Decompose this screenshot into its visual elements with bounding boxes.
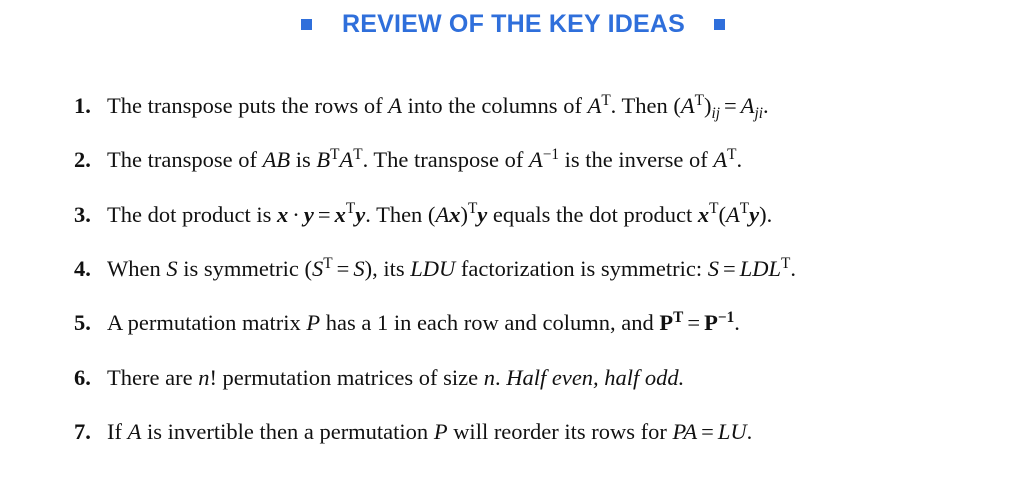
item-text: The transpose puts the rows of A into th…	[107, 91, 769, 122]
item-number: 1.	[74, 93, 91, 119]
list-item: 3. The dot product is x · y = xTy. Then (Ax)…	[74, 188, 796, 242]
square-bullet-icon	[714, 18, 726, 30]
list-item: 2. The transpose of AB is BTAT. The tran…	[74, 133, 796, 187]
section-header: REVIEW OF THE KEY IDEAS	[0, 6, 1026, 42]
item-number: 5.	[74, 310, 91, 336]
list-item: 4. When S is symmetric (ST = S), its LDU f…	[74, 242, 796, 296]
list-item: 7. If A is invertible then a permutation…	[74, 405, 796, 459]
item-number: 3.	[74, 201, 91, 227]
item-text: The transpose of AB is BTAT. The transpo…	[107, 146, 743, 173]
list-item: 1. The transpose puts the rows of A into…	[74, 79, 796, 133]
item-text: There are n! permutation matrices of siz…	[107, 364, 685, 390]
item-text: When S is symmetric (ST = S), its LDU fact…	[107, 254, 797, 282]
list-item: 6. There are n! permutation matrices of …	[74, 350, 796, 404]
item-text: A permutation matrix P has a 1 in each r…	[107, 308, 740, 336]
square-bullet-icon	[300, 18, 312, 30]
item-text: If A is invertible then a permutation P …	[107, 418, 753, 444]
item-number: 7.	[74, 418, 91, 444]
section-title: REVIEW OF THE KEY IDEAS	[341, 9, 686, 38]
item-text: The dot product is x · y = xTy. Then (Ax)Ty …	[107, 200, 773, 227]
list-item: 5. A permutation matrix P has a 1 in eac…	[74, 296, 796, 350]
item-number: 4.	[74, 256, 91, 282]
item-number: 2.	[74, 147, 91, 173]
item-number: 6.	[74, 364, 91, 390]
key-ideas-list: 1. The transpose puts the rows of A into…	[74, 79, 796, 459]
